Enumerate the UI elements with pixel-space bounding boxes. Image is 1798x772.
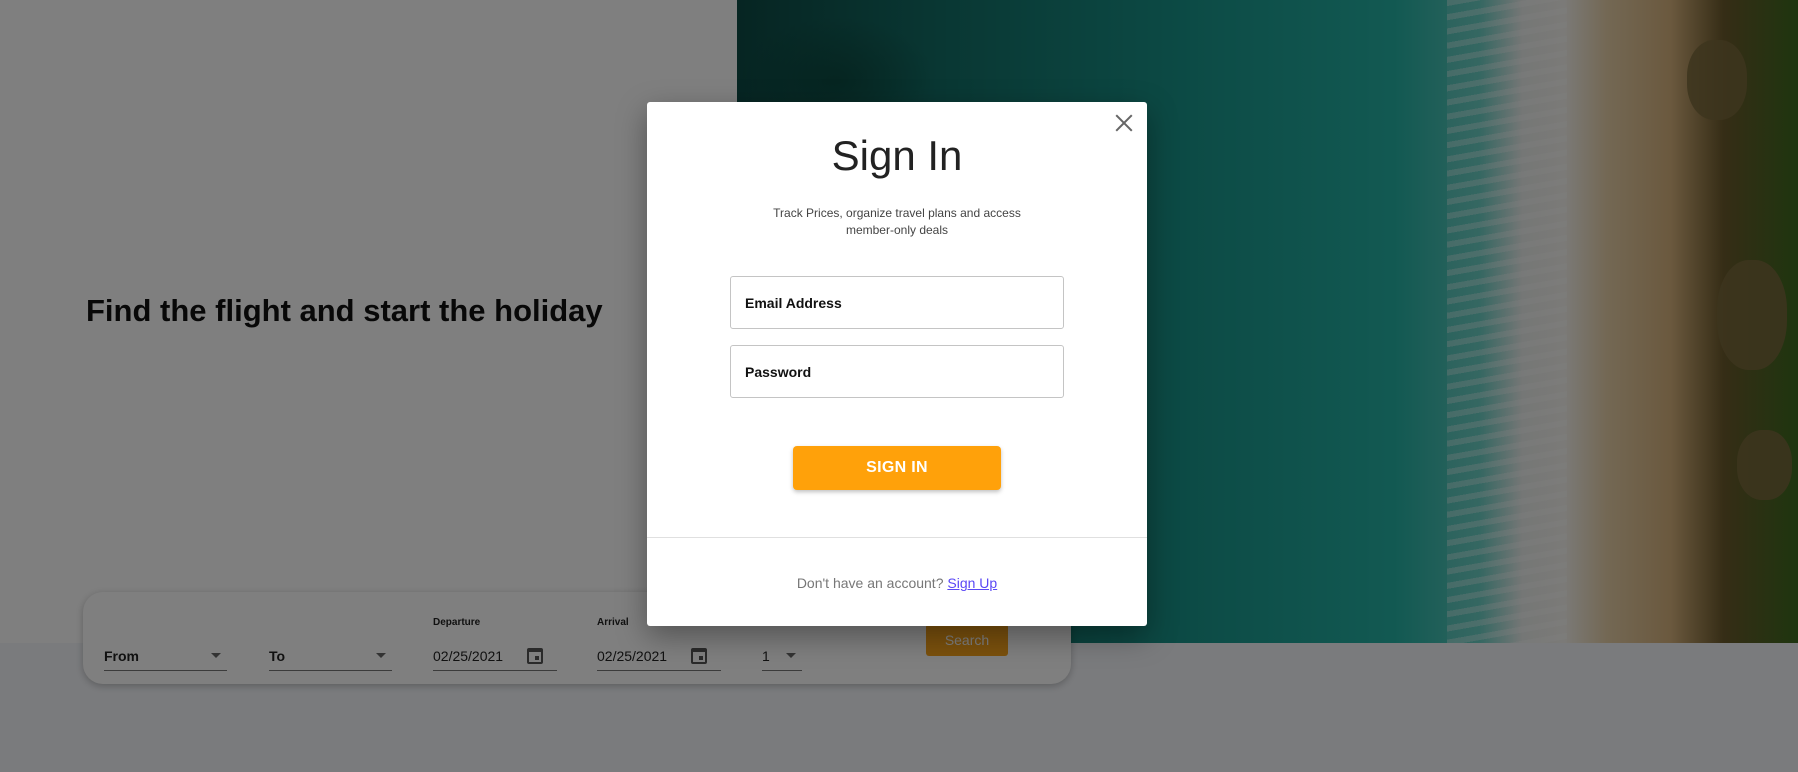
modal-divider [647, 537, 1147, 538]
email-field[interactable] [730, 276, 1064, 329]
no-account-text: Don't have an account? [796, 575, 944, 591]
modal-footer: Don't have an account? Sign Up [647, 575, 1147, 591]
sign-up-link[interactable]: Sign Up [947, 575, 997, 591]
sign-in-modal: Sign In Track Prices, organize travel pl… [647, 102, 1147, 626]
close-icon[interactable] [1113, 112, 1135, 134]
password-field[interactable] [730, 345, 1064, 398]
sign-in-button[interactable]: SIGN IN [793, 446, 1001, 490]
modal-title: Sign In [831, 132, 963, 179]
modal-subtitle: Track Prices, organize travel plans and … [773, 206, 1021, 237]
